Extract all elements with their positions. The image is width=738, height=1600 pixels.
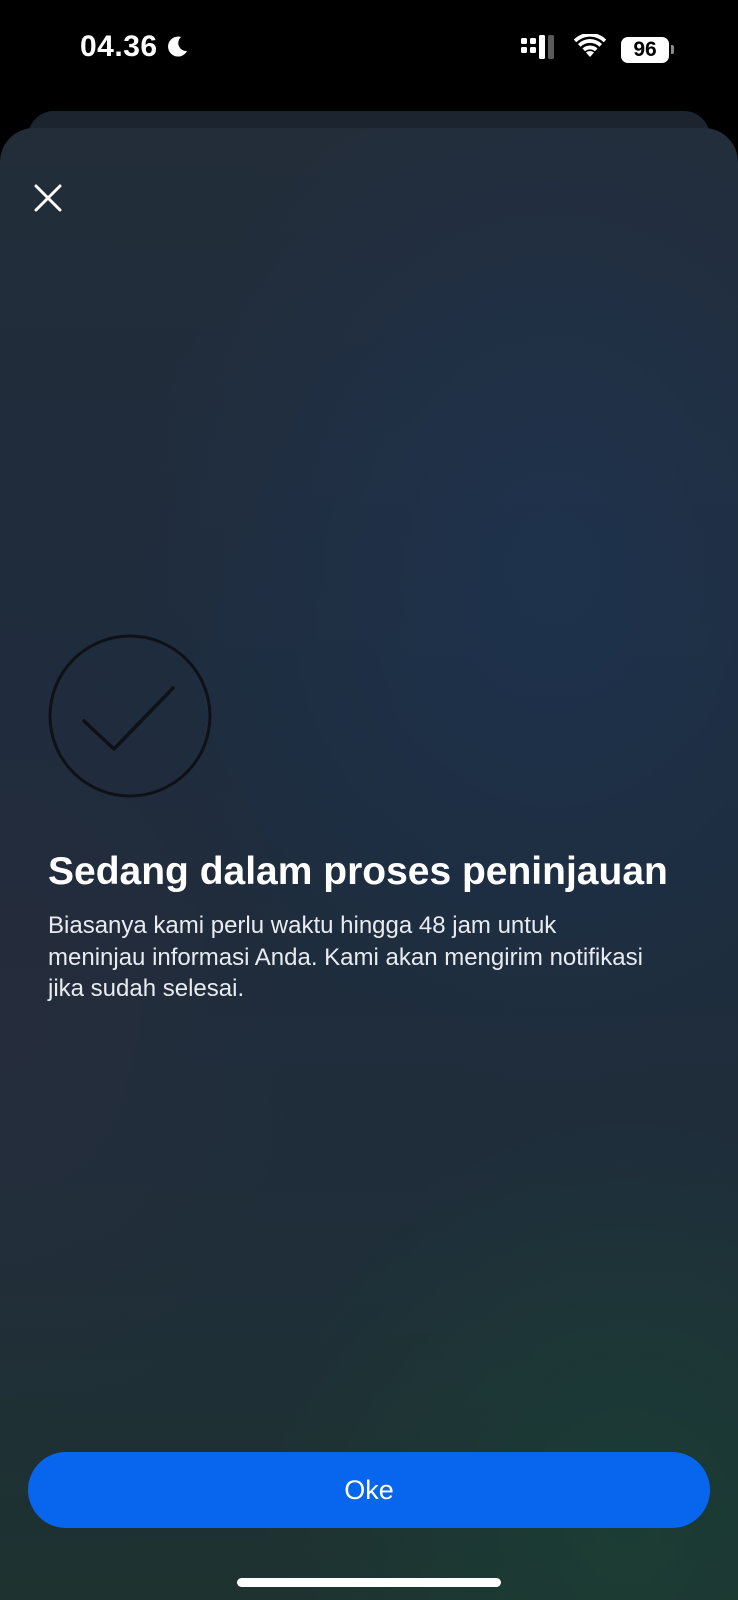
cellular-signal-icon [521, 35, 559, 64]
status-time: 04.36 [80, 30, 190, 64]
battery-level: 96 [621, 36, 669, 63]
moon-icon [164, 34, 190, 60]
review-sheet: Sedang dalam proses peninjauan Biasanya … [0, 128, 738, 1600]
close-icon [34, 184, 62, 212]
status-bar: 04.36 96 [0, 0, 738, 100]
ok-button[interactable]: Oke [28, 1452, 710, 1528]
status-icons: 96 [521, 32, 674, 65]
review-description: Biasanya kami perlu waktu hingga 48 jam … [48, 912, 643, 1002]
home-indicator [237, 1578, 501, 1587]
close-button[interactable] [28, 178, 68, 218]
clock-text: 04.36 [80, 30, 158, 63]
battery-tip [671, 45, 674, 54]
page-title: Sedang dalam proses peninjauan [48, 850, 668, 893]
battery-indicator: 96 [621, 36, 674, 63]
wifi-icon [573, 32, 607, 65]
check-circle-icon [48, 634, 212, 798]
screen: 04.36 96 Sedang dalam proses peninjauan … [0, 0, 738, 1600]
